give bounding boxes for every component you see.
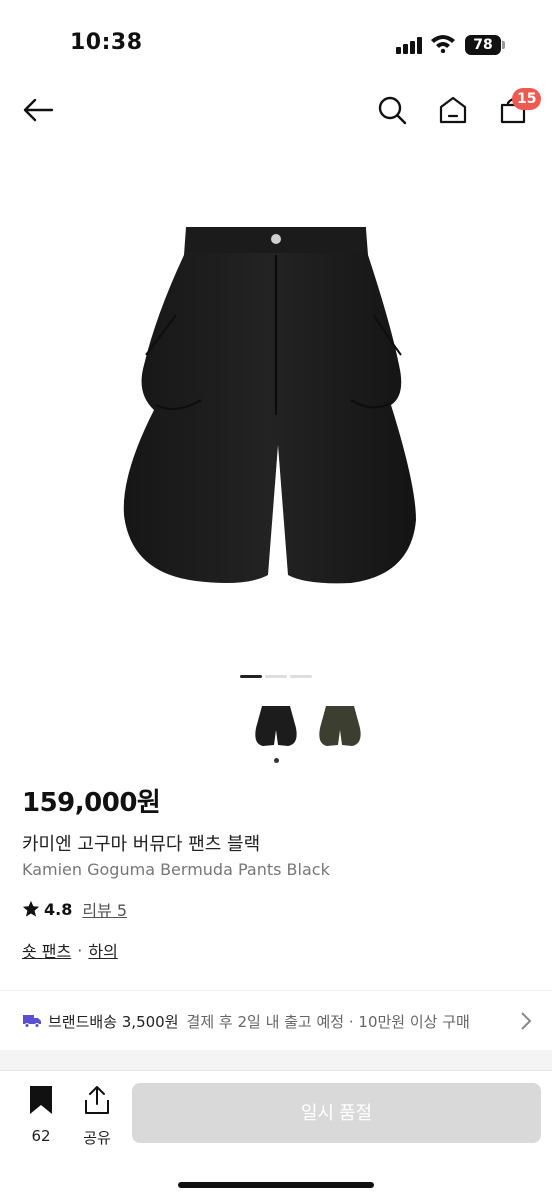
delivery-truck-icon	[23, 1015, 41, 1028]
bookmark-icon	[30, 1086, 52, 1114]
pager-dot	[290, 675, 312, 678]
battery-tip	[502, 41, 505, 49]
shipping-info-row[interactable]: 브랜드배송 3,500원 결제 후 2일 내 출고 예정 · 10만원 이상 구…	[22, 1008, 542, 1034]
back-button[interactable]	[16, 88, 60, 132]
wifi-icon	[430, 33, 456, 57]
share-button[interactable]: 공유	[74, 1083, 120, 1151]
shipping-fee-label: 브랜드배송 3,500원	[48, 1012, 179, 1031]
pager-dot	[265, 675, 287, 678]
color-options	[250, 700, 370, 770]
black-shorts-thumbnail	[255, 706, 297, 746]
star-icon	[22, 900, 40, 917]
home-indicator	[178, 1182, 374, 1188]
olive-shorts-thumbnail	[319, 706, 361, 746]
image-pager	[240, 675, 320, 679]
arrow-left-icon	[23, 98, 54, 122]
chevron-right-icon	[521, 1012, 532, 1030]
review-link[interactable]: 리뷰 5	[82, 897, 127, 921]
rating-value: 4.8	[44, 899, 73, 919]
category-shorts-link[interactable]: 숏 팬츠	[22, 938, 71, 962]
like-button[interactable]: 62	[18, 1083, 64, 1151]
top-navigation	[0, 80, 552, 140]
home-button[interactable]	[431, 88, 475, 132]
category-bottoms-link[interactable]: 하의	[88, 938, 117, 962]
pager-dot-active	[240, 675, 262, 678]
bottom-action-bar: 62 공유 일시 품절	[0, 1070, 552, 1200]
like-count: 62	[31, 1127, 51, 1145]
cellular-signal-icon	[396, 36, 422, 54]
share-icon	[85, 1086, 109, 1114]
status-time: 10:38	[70, 30, 143, 55]
product-name-english: Kamien Goguma Bermuda Pants Black	[22, 860, 330, 879]
section-divider	[0, 990, 552, 991]
sold-out-button[interactable]: 일시 품절	[132, 1083, 541, 1143]
battery-icon: 78	[465, 35, 501, 55]
status-bar: 10:38 78	[0, 0, 552, 80]
category-separator: ·	[77, 940, 83, 960]
product-image[interactable]	[0, 150, 552, 660]
category-breadcrumb: 숏 팬츠 · 하의	[22, 938, 118, 962]
product-name-korean: 카미엔 고구마 버뮤다 팬츠 블랙	[22, 834, 261, 855]
color-thumb-black[interactable]	[250, 700, 302, 752]
product-detail-page: 10:38 78 15 159,000원 카미엔 고구마 버뮤다 팬츠 블랙 K…	[0, 0, 552, 1200]
product-price: 159,000원	[22, 788, 161, 818]
selected-color-dot	[274, 758, 279, 763]
bermuda-shorts-image	[123, 227, 416, 584]
shipping-detail: 결제 후 2일 내 출고 예정 · 10만원 이상 구매	[186, 1012, 470, 1031]
rating-row: 4.8 리뷰 5	[22, 898, 127, 920]
color-thumb-olive[interactable]	[314, 700, 366, 752]
share-label: 공유	[83, 1129, 111, 1147]
search-button[interactable]	[370, 88, 414, 132]
cart-count-badge: 15	[512, 88, 542, 110]
home-icon	[439, 96, 467, 124]
search-icon	[378, 96, 407, 125]
